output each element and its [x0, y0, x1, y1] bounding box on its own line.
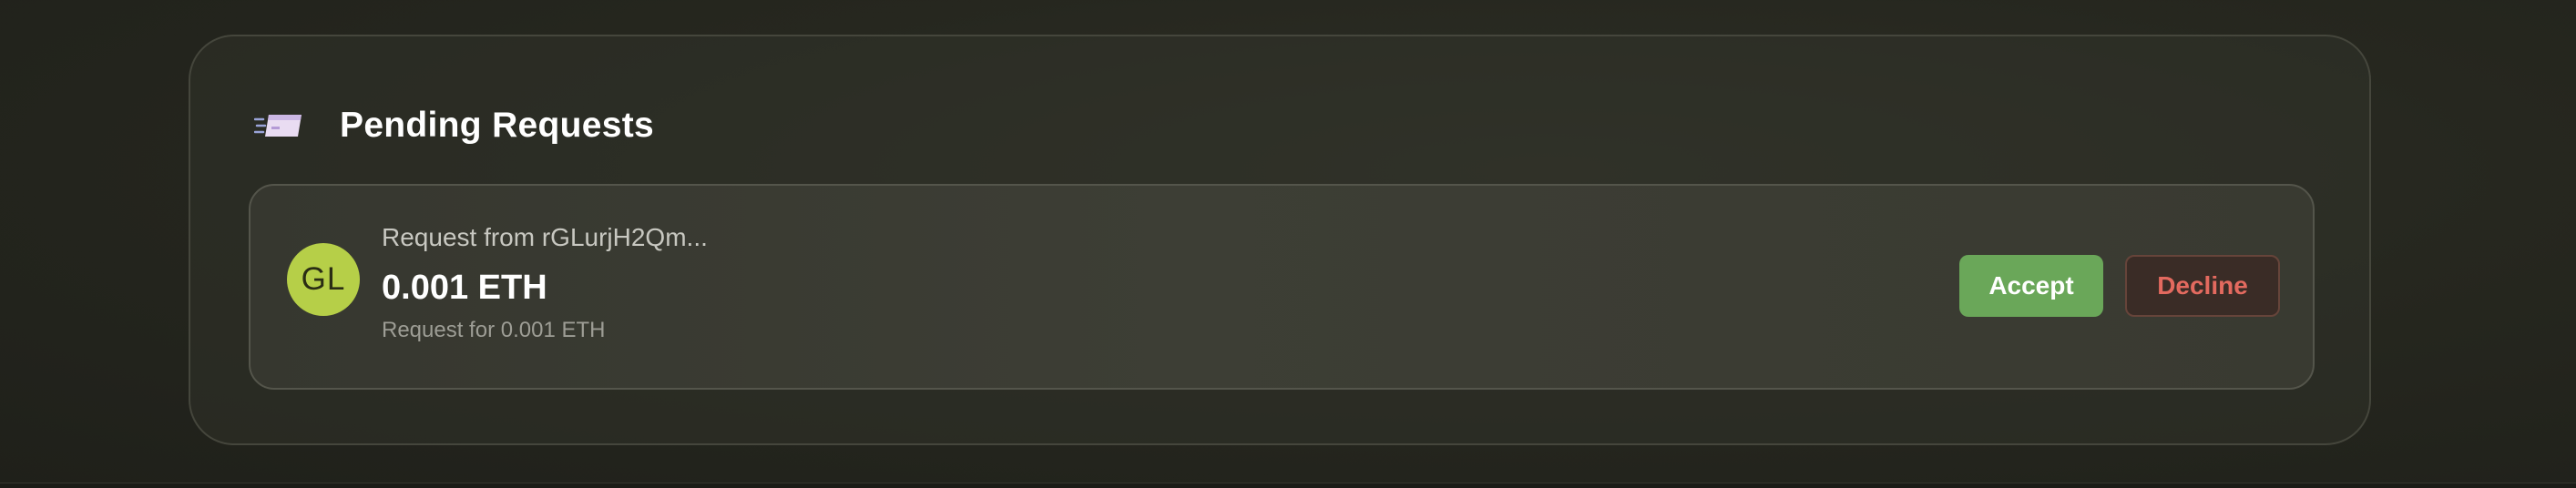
- request-info: Request from rGLurjH2Qm... 0.001 ETH Req…: [382, 222, 708, 344]
- request-amount: 0.001 ETH: [382, 269, 547, 307]
- bottom-divider: [0, 483, 2576, 488]
- panel-header: Pending Requests: [254, 104, 654, 147]
- request-note: Request for 0.001 ETH: [382, 318, 606, 342]
- request-card: GL Request from rGLurjH2Qm... 0.001 ETH …: [249, 184, 2315, 390]
- avatar: GL: [287, 243, 360, 316]
- page-title: Pending Requests: [340, 106, 655, 145]
- accept-button[interactable]: Accept: [1959, 255, 2103, 317]
- request-sender: Request from rGLurjH2Qm...: [382, 223, 708, 251]
- payment-card-icon: [254, 115, 302, 137]
- decline-button[interactable]: Decline: [2125, 255, 2280, 317]
- pending-requests-panel: Pending Requests GL Request from rGLurjH…: [189, 35, 2371, 445]
